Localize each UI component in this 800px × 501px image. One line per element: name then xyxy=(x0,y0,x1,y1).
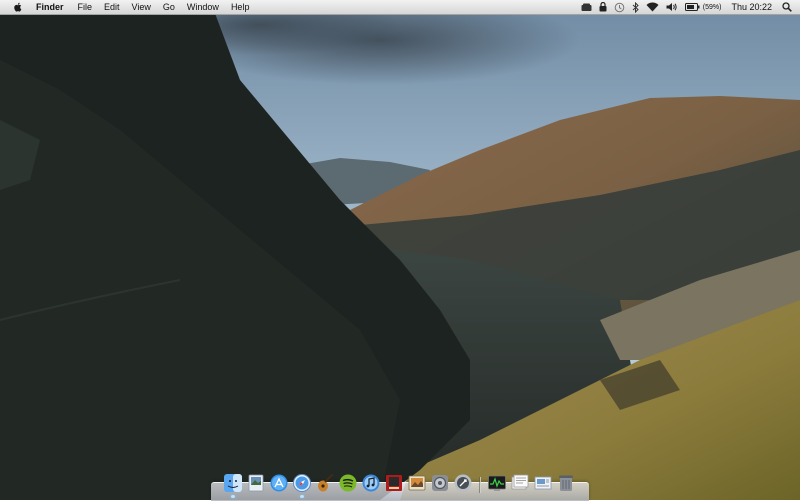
spotlight-search-icon[interactable] xyxy=(782,0,792,14)
dock-documents-stack-icon[interactable] xyxy=(510,473,530,493)
menu-help[interactable]: Help xyxy=(225,0,256,14)
dock-finder-icon[interactable] xyxy=(223,473,243,498)
dock-iphoto-icon[interactable] xyxy=(407,473,427,493)
dock-system-preferences-icon[interactable] xyxy=(430,473,450,493)
dock-photo-booth-icon[interactable] xyxy=(384,473,404,493)
menu-window[interactable]: Window xyxy=(181,0,225,14)
drive-status-icon[interactable] xyxy=(581,0,592,14)
desktop-wallpaper xyxy=(0,0,800,500)
menu-view[interactable]: View xyxy=(126,0,157,14)
running-indicator xyxy=(231,495,235,498)
dock-downloads-stack-icon[interactable] xyxy=(533,473,553,493)
mountain-valley-image xyxy=(0,0,800,500)
dock-itunes-icon[interactable] xyxy=(361,473,381,493)
dock-activity-monitor-icon[interactable] xyxy=(487,473,507,493)
dock-spotify-icon[interactable] xyxy=(338,473,358,493)
time-machine-icon[interactable] xyxy=(614,0,625,14)
dock-safari-icon[interactable] xyxy=(292,473,312,498)
app-menu-finder[interactable]: Finder xyxy=(34,0,72,14)
lock-icon[interactable] xyxy=(599,0,607,14)
menu-edit[interactable]: Edit xyxy=(98,0,126,14)
dock-separator xyxy=(479,477,481,493)
dock-app-store-icon[interactable] xyxy=(269,473,289,493)
apple-menu-icon[interactable] xyxy=(10,0,24,14)
battery-icon[interactable]: (59%) xyxy=(684,0,722,14)
menu-file[interactable]: File xyxy=(72,0,99,14)
menu-go[interactable]: Go xyxy=(157,0,181,14)
dock-preview-icon[interactable] xyxy=(246,473,266,493)
dock-garageband-icon[interactable] xyxy=(315,473,335,493)
dock-utility-icon[interactable] xyxy=(453,473,473,493)
menu-bar: Finder File Edit View Go Window Help (59… xyxy=(0,0,800,15)
wifi-icon[interactable] xyxy=(646,0,659,14)
dock-trash-icon[interactable] xyxy=(556,473,576,493)
battery-percentage: (59%) xyxy=(702,3,722,11)
volume-icon[interactable] xyxy=(666,0,678,14)
bluetooth-icon[interactable] xyxy=(632,0,639,14)
dock xyxy=(211,469,589,501)
running-indicator xyxy=(300,495,304,498)
menubar-clock[interactable]: Thu 20:22 xyxy=(731,2,772,12)
